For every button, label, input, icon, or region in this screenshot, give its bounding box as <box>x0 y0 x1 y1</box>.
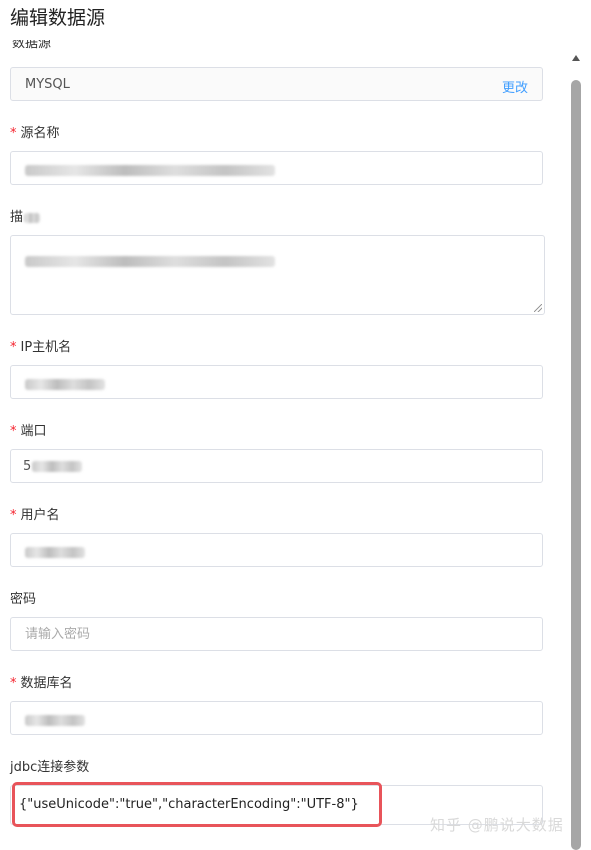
description-label: 描 <box>10 210 41 226</box>
description-textarea[interactable] <box>10 235 545 315</box>
change-datasource-button[interactable]: 更改 <box>502 77 528 96</box>
port-input[interactable]: 5 <box>10 449 543 483</box>
scroll-up-icon[interactable] <box>572 55 580 61</box>
dialog-title: 编辑数据源 <box>10 7 106 29</box>
username-label: * 用户名 <box>10 508 60 523</box>
redacted-value <box>25 715 85 726</box>
password-placeholder: 请输入密码 <box>25 627 91 642</box>
datasource-type-value: MYSQL <box>25 77 70 92</box>
database-name-input[interactable] <box>10 701 543 735</box>
datasource-type-field: MYSQL 更改 <box>10 67 543 101</box>
ip-hostname-label: * IP主机名 <box>10 340 72 355</box>
watermark: 知乎 @鹏说大数据 <box>430 816 564 834</box>
redacted-value <box>25 256 275 267</box>
jdbc-params-label: jdbc连接参数 <box>10 760 90 775</box>
annotation-highlight-box <box>12 782 382 827</box>
source-name-label: * 源名称 <box>10 126 60 141</box>
port-label: * 端口 <box>10 424 47 439</box>
source-name-input[interactable] <box>10 151 543 185</box>
resize-handle-icon[interactable] <box>534 304 542 312</box>
password-label: 密码 <box>10 592 37 607</box>
redacted-label <box>24 212 41 223</box>
redacted-value <box>25 165 275 176</box>
username-input[interactable] <box>10 533 543 567</box>
scroll-thumb[interactable] <box>571 80 581 850</box>
datasource-type-label: 数据源 <box>12 40 52 51</box>
password-input[interactable]: 请输入密码 <box>10 617 543 651</box>
redacted-value <box>25 547 85 558</box>
database-name-label: * 数据库名 <box>10 676 73 691</box>
redacted-value <box>25 379 105 390</box>
redacted-value <box>32 461 83 472</box>
ip-hostname-input[interactable] <box>10 365 543 399</box>
scrollbar[interactable] <box>571 50 581 850</box>
